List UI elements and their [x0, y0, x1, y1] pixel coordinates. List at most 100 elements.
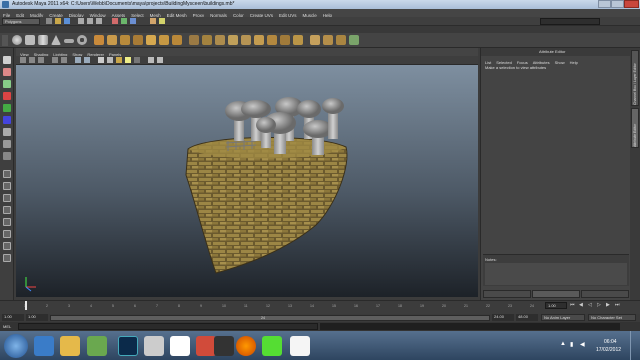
- maya-taskbar-icon[interactable]: [144, 336, 164, 356]
- poly-cone-icon[interactable]: [51, 35, 61, 45]
- step-back-icon[interactable]: ◀: [579, 302, 583, 308]
- attr-menu-show[interactable]: Show: [555, 60, 565, 65]
- copy-tab-button[interactable]: Copy Tab: [581, 290, 629, 305]
- camera-attributes-icon[interactable]: [29, 57, 35, 63]
- close-button[interactable]: [624, 0, 639, 8]
- separate-icon[interactable]: [107, 35, 117, 45]
- playback-start-field[interactable]: 1.00: [26, 314, 48, 321]
- image-plane-icon[interactable]: [52, 57, 58, 63]
- go-to-start-icon[interactable]: ⏮: [570, 302, 575, 308]
- tray-arrow-icon[interactable]: ▲: [560, 341, 566, 347]
- maximize-button[interactable]: [611, 0, 624, 8]
- load-attributes-button[interactable]: Load Attributes: [532, 290, 580, 305]
- extract-icon[interactable]: [120, 35, 130, 45]
- render-icon[interactable]: [150, 18, 156, 24]
- time-slider[interactable]: 123456789101112131415161718192021222324 …: [0, 300, 640, 314]
- new-scene-icon[interactable]: [46, 18, 52, 24]
- offset-edge-loop-icon[interactable]: [280, 35, 290, 45]
- document-icon[interactable]: [170, 336, 190, 356]
- firefox-icon[interactable]: [236, 336, 256, 356]
- attribute-editor-tab[interactable]: Attribute Editor: [631, 108, 639, 148]
- planar-mapping-icon[interactable]: [310, 35, 320, 45]
- save-scene-icon[interactable]: [64, 18, 70, 24]
- combine-icon[interactable]: [94, 35, 104, 45]
- notes-area[interactable]: Notes:: [483, 254, 629, 286]
- mirror-cut-icon[interactable]: [202, 35, 212, 45]
- grid-toggle-icon[interactable]: [61, 57, 67, 63]
- outliner-layout-icon[interactable]: [3, 242, 11, 250]
- command-input[interactable]: [18, 323, 318, 330]
- persp-graph-layout-icon[interactable]: [3, 206, 11, 214]
- poly-cube-icon[interactable]: [25, 35, 35, 45]
- play-backward-icon[interactable]: ◁: [588, 302, 592, 308]
- poly-torus-icon[interactable]: [77, 35, 87, 45]
- select-camera-icon[interactable]: [20, 57, 26, 63]
- bridge-icon[interactable]: [228, 35, 238, 45]
- ipr-render-icon[interactable]: [159, 18, 165, 24]
- split-polygon-icon[interactable]: [254, 35, 264, 45]
- spherical-mapping-icon[interactable]: [336, 35, 346, 45]
- bookmarks-icon[interactable]: [38, 57, 44, 63]
- move-tool-icon[interactable]: [3, 92, 11, 100]
- rotate-tool-icon[interactable]: [3, 104, 11, 112]
- shelf-menu-icon[interactable]: [2, 35, 8, 46]
- cylindrical-mapping-icon[interactable]: [323, 35, 333, 45]
- scale-tool-icon[interactable]: [3, 116, 11, 124]
- smooth-icon[interactable]: [133, 35, 143, 45]
- paint-icon[interactable]: [290, 336, 310, 356]
- play-forward-icon[interactable]: ▷: [597, 302, 601, 308]
- poly-sphere-icon[interactable]: [12, 35, 22, 45]
- start-button[interactable]: [4, 334, 28, 358]
- volume-icon[interactable]: ◀: [580, 341, 585, 348]
- snap-curve-icon[interactable]: [121, 18, 127, 24]
- select-hierarchy-icon[interactable]: [78, 18, 84, 24]
- poly-plane-icon[interactable]: [64, 39, 74, 43]
- uv-texture-editor-icon[interactable]: [349, 35, 359, 45]
- use-all-lights-icon[interactable]: [125, 57, 131, 63]
- range-bar[interactable]: 24: [50, 315, 490, 321]
- append-to-polygon-icon[interactable]: [241, 35, 251, 45]
- file-explorer-icon[interactable]: [60, 336, 80, 356]
- utility-icon[interactable]: [262, 336, 282, 356]
- menu-set-dropdown[interactable]: Polygons: [2, 18, 40, 25]
- app-icon[interactable]: [214, 336, 234, 356]
- insert-edge-loop-icon[interactable]: [267, 35, 277, 45]
- boolean-intersection-icon[interactable]: [172, 35, 182, 45]
- mirror-geometry-icon[interactable]: [189, 35, 199, 45]
- four-view-layout-icon[interactable]: [3, 182, 11, 190]
- notes-field[interactable]: [485, 263, 627, 285]
- perspective-viewport[interactable]: persp: [16, 65, 478, 297]
- smooth-shade-icon[interactable]: [107, 57, 113, 63]
- open-scene-icon[interactable]: [55, 18, 61, 24]
- start-time-field[interactable]: 1.00: [2, 314, 24, 321]
- character-set-dropdown[interactable]: No Character Set: [588, 314, 636, 321]
- universal-manipulator-icon[interactable]: [3, 128, 11, 136]
- channel-box-tab[interactable]: Channel Box / Layer Editor: [631, 50, 639, 106]
- isolate-select-icon[interactable]: [148, 57, 154, 63]
- media-player-icon[interactable]: [87, 336, 107, 356]
- internet-explorer-icon[interactable]: [34, 336, 54, 356]
- lasso-tool-icon[interactable]: [3, 68, 11, 76]
- show-desktop-button[interactable]: [630, 331, 640, 360]
- go-to-end-icon[interactable]: ⏭: [615, 302, 620, 308]
- current-frame-field[interactable]: 1.00: [545, 302, 567, 309]
- resolution-gate-icon[interactable]: [84, 57, 90, 63]
- snap-grid-icon[interactable]: [112, 18, 118, 24]
- select-button[interactable]: Select: [483, 290, 531, 305]
- hypershade-layout-icon[interactable]: [3, 218, 11, 226]
- persp-outliner-layout-icon[interactable]: [3, 194, 11, 202]
- minimize-button[interactable]: [598, 0, 611, 8]
- textured-icon[interactable]: [116, 57, 122, 63]
- shadows-icon[interactable]: [134, 57, 140, 63]
- playback-end-field[interactable]: 24.00: [492, 314, 514, 321]
- persp-hypershade-layout-icon[interactable]: [3, 230, 11, 238]
- network-icon[interactable]: ▮: [570, 341, 573, 348]
- single-perspective-layout-icon[interactable]: [3, 170, 11, 178]
- show-manipulator-icon[interactable]: [3, 152, 11, 160]
- select-component-icon[interactable]: [96, 18, 102, 24]
- graph-editor-layout-icon[interactable]: [3, 254, 11, 262]
- wireframe-icon[interactable]: [98, 57, 104, 63]
- select-object-icon[interactable]: [87, 18, 93, 24]
- film-gate-icon[interactable]: [75, 57, 81, 63]
- quick-select-field[interactable]: [540, 18, 600, 25]
